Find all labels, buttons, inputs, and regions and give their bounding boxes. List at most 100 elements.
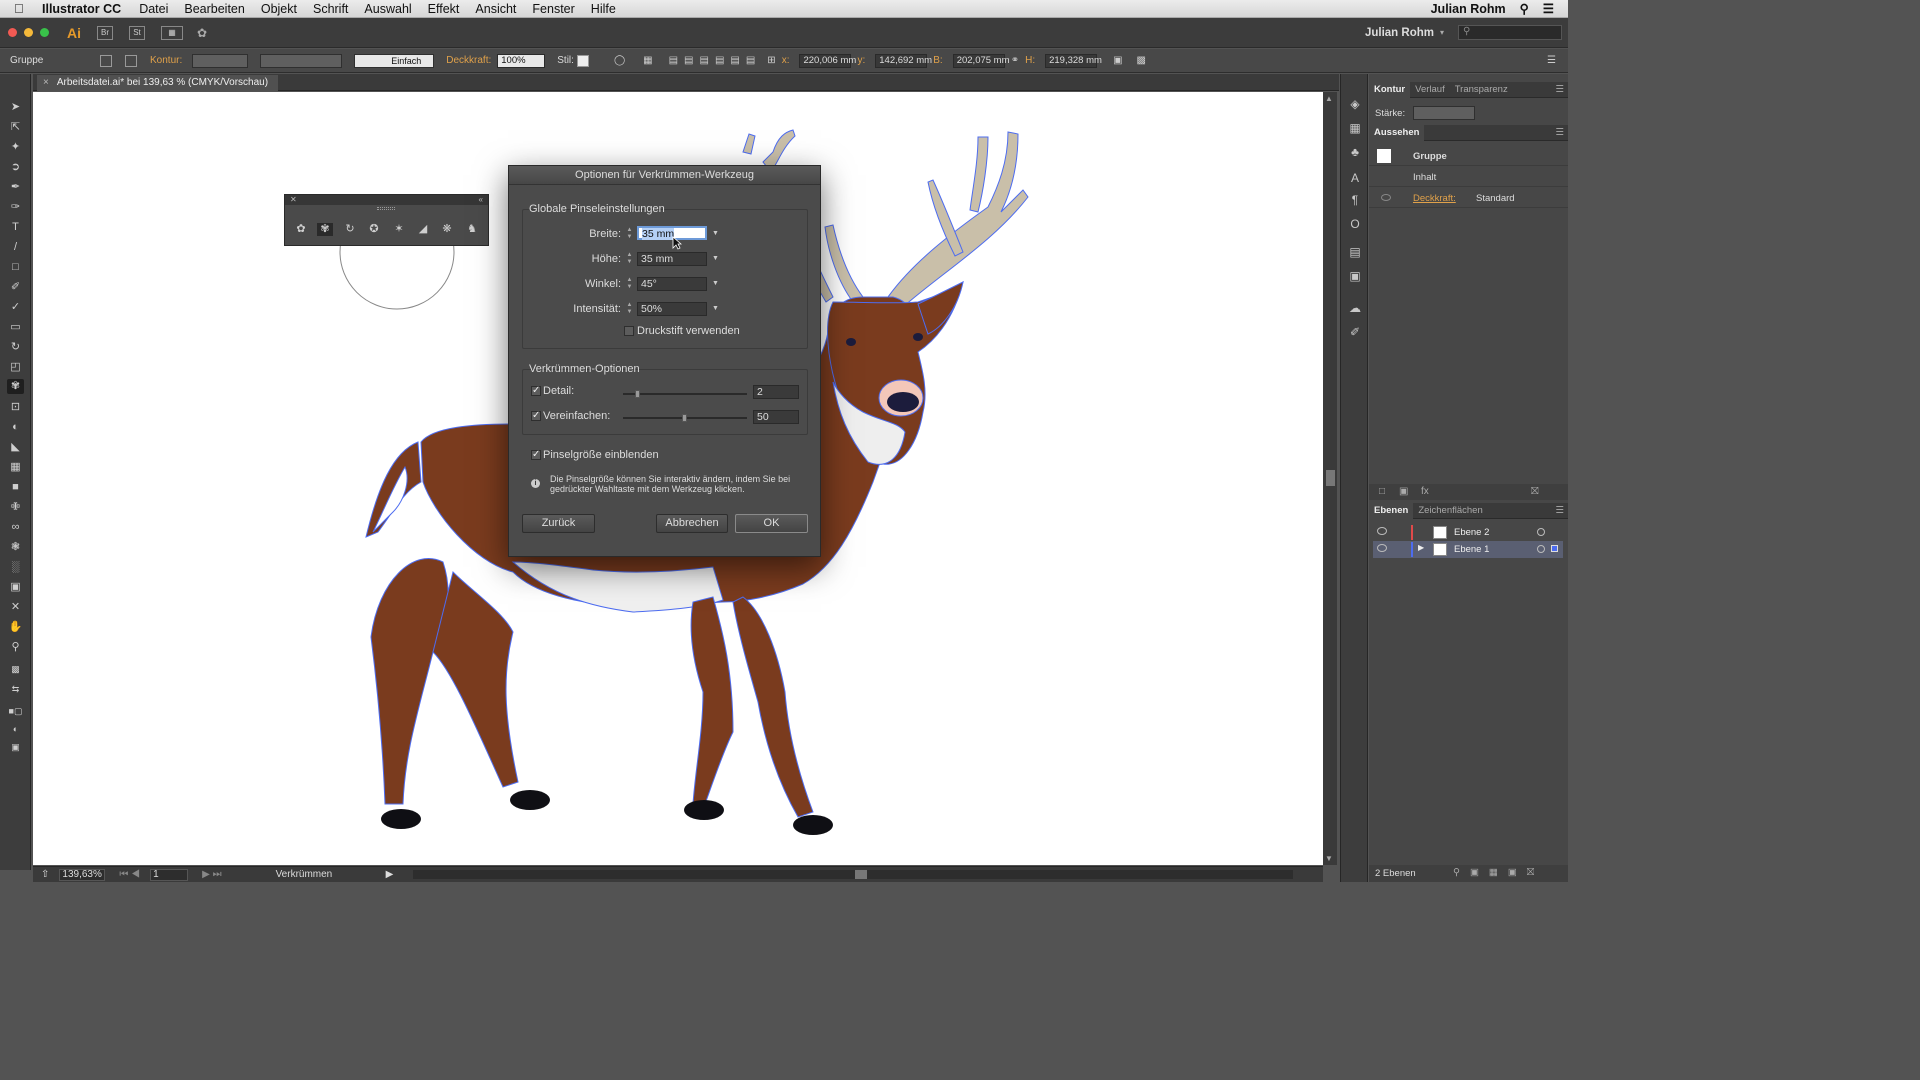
add-stroke-icon[interactable]: □ — [1379, 486, 1385, 497]
collapse-flyout-icon[interactable]: « — [479, 195, 483, 205]
help-search-input[interactable]: ⚲ — [1458, 25, 1562, 40]
align-panel-icon[interactable]: ▤ — [1347, 244, 1363, 260]
zoom-window-icon[interactable] — [40, 28, 49, 37]
arrange-documents-icon[interactable]: ▦ — [161, 25, 183, 40]
crystallize-tool-icon[interactable]: ❋ — [439, 223, 455, 236]
transform-icon[interactable]: ▣ — [1113, 55, 1122, 66]
vereinfachen-slider[interactable] — [623, 414, 747, 422]
stroke-swatch[interactable] — [125, 54, 137, 67]
intensitaet-input[interactable]: 50% — [637, 302, 707, 316]
workspace-dropdown-icon[interactable]: ▾ — [1440, 28, 1444, 37]
spotlight-icon[interactable]: ⚲ — [1520, 1, 1529, 16]
menu-auswahl[interactable]: Auswahl — [356, 2, 419, 16]
winkel-stepper[interactable]: ▲ ▼ — [624, 277, 635, 291]
hoehe-dropdown-icon[interactable]: ▼ — [709, 252, 722, 266]
mesh-icon[interactable]: ▦ — [7, 460, 24, 475]
artboard-nav-icons[interactable]: ⏮ ◀ — [119, 869, 140, 880]
eyedropper-icon[interactable]: ✙ — [7, 500, 24, 515]
document-tab[interactable]: × Arbeitsdatei.ai* bei 139,63 % (CMYK/Vor… — [37, 75, 279, 91]
tab-aussehen[interactable]: Aussehen — [1369, 124, 1425, 141]
symbol-sprayer-icon[interactable]: ❃ — [7, 540, 24, 555]
appearance-row-deckkraft[interactable]: Deckkraft: Standard — [1369, 188, 1568, 208]
scale-icon[interactable]: ◰ — [7, 360, 24, 375]
twirl-tool-icon[interactable]: ↻ — [342, 223, 358, 236]
pinselgroesse-label[interactable]: Pinselgröße einblenden — [543, 449, 659, 461]
close-tab-icon[interactable]: × — [43, 77, 49, 88]
detail-input[interactable]: 2 — [753, 385, 799, 399]
pucker-tool-icon[interactable]: ✪ — [366, 223, 382, 236]
add-fill-icon[interactable]: ▣ — [1399, 486, 1408, 497]
intensitaet-stepper[interactable]: ▲ ▼ — [624, 302, 635, 316]
reference-point-icon[interactable]: ⊞ — [767, 55, 775, 66]
align-to-icon[interactable]: ▦ — [643, 55, 652, 66]
fill-swatch[interactable] — [100, 54, 112, 67]
breite-stepper[interactable]: ▲ ▼ — [624, 227, 635, 241]
stroke-panel-menu-icon[interactable]: ☰ — [1550, 84, 1568, 95]
menubar-user[interactable]: Julian Rohm — [1431, 2, 1506, 16]
opacity-field[interactable]: 100% — [497, 53, 546, 68]
layer-2-target-icon[interactable] — [1537, 528, 1545, 536]
close-flyout-icon[interactable]: ✕ — [290, 195, 297, 205]
vereinfachen-slider-knob[interactable] — [682, 414, 687, 422]
direct-selection-icon[interactable]: ⇱ — [7, 120, 24, 135]
reset-button[interactable]: Zurück — [522, 514, 595, 533]
appearance-row-inhalt[interactable]: Inhalt — [1369, 167, 1568, 187]
x-field[interactable]: 220,006 mm — [799, 53, 856, 68]
selection-icon[interactable]: ➤ — [7, 100, 24, 115]
minimize-window-icon[interactable] — [24, 28, 33, 37]
close-window-icon[interactable] — [8, 28, 17, 37]
type-icon[interactable]: T — [7, 220, 24, 235]
slice-icon[interactable]: ✕ — [7, 600, 24, 615]
menu-app-name[interactable]: Illustrator CC — [36, 2, 131, 16]
libraries-icon[interactable]: ☁ — [1347, 300, 1363, 316]
brush-definition-field[interactable]: Einfach — [354, 53, 435, 68]
zoom-field[interactable]: 139,63% — [59, 868, 106, 881]
layer-row-ebene-2[interactable]: Ebene 2 — [1373, 524, 1563, 541]
winkel-input[interactable]: 45° — [637, 277, 707, 291]
detail-slider-knob[interactable] — [635, 390, 640, 398]
default-colors-icon[interactable]: ▩ — [7, 662, 24, 677]
paintbrush-icon[interactable]: ✐ — [7, 280, 24, 295]
rotate-icon[interactable]: ↻ — [7, 340, 24, 355]
eraser-icon[interactable]: ▭ — [7, 320, 24, 335]
bridge-button[interactable]: Br — [97, 25, 113, 40]
layer-1-name[interactable]: Ebene 1 — [1454, 544, 1489, 555]
druckstift-checkbox[interactable] — [624, 326, 634, 336]
tab-zeichenflaechen[interactable]: Zeichenflächen — [1413, 505, 1487, 516]
scroll-down-icon[interactable]: ▼ — [1325, 854, 1333, 863]
layer-2-eye-icon[interactable] — [1377, 527, 1387, 535]
drawing-mode-icon[interactable]: ◐ — [7, 722, 24, 737]
tab-kontur[interactable]: Kontur — [1369, 81, 1411, 98]
vereinfachen-input[interactable]: 50 — [753, 410, 799, 424]
control-panel-menu-icon[interactable]: ☰ — [1547, 55, 1556, 66]
constrain-proportions-icon[interactable]: ⚭ — [1011, 55, 1019, 66]
wrinkle-tool-icon[interactable]: ♞ — [464, 223, 480, 236]
layer-2-name[interactable]: Ebene 2 — [1454, 527, 1489, 538]
workspace-switcher[interactable]: Julian Rohm — [1365, 27, 1434, 39]
menu-schrift[interactable]: Schrift — [305, 2, 356, 16]
blend-icon[interactable]: ∞ — [7, 520, 24, 535]
graphic-style-swatch[interactable] — [576, 54, 589, 67]
add-effect-icon[interactable]: fx — [1421, 486, 1429, 497]
character-icon[interactable]: A — [1347, 170, 1363, 186]
tab-verlauf[interactable]: Verlauf — [1410, 84, 1450, 95]
menu-effekt[interactable]: Effekt — [420, 2, 468, 16]
horizontal-scrollbar[interactable] — [413, 870, 1294, 879]
druckstift-label[interactable]: Druckstift verwenden — [637, 325, 740, 337]
status-menu-icon[interactable]: ▶ — [386, 869, 394, 880]
visibility-eye-icon[interactable] — [1381, 194, 1391, 201]
color-guide-icon[interactable]: ◈ — [1347, 96, 1363, 112]
staerke-field[interactable] — [1413, 106, 1475, 120]
menu-ansicht[interactable]: Ansicht — [467, 2, 524, 16]
vereinfachen-label[interactable]: Vereinfachen: — [543, 410, 610, 422]
transform-panel-icon[interactable]: ▣ — [1347, 268, 1363, 284]
swatches-icon[interactable]: ▦ — [1347, 120, 1363, 136]
horizontal-scroll-thumb[interactable] — [855, 870, 868, 879]
layer-row-ebene-1[interactable]: ▶ Ebene 1 — [1373, 541, 1563, 558]
vereinfachen-checkbox[interactable]: ✓ — [531, 411, 541, 421]
menu-bearbeiten[interactable]: Bearbeiten — [176, 2, 252, 16]
color-mode-icon[interactable]: ■▢ — [7, 704, 24, 719]
delete-appearance-icon[interactable]: ⛝ — [1531, 486, 1539, 497]
align-buttons[interactable]: ▤▤▤▤▤▤ — [669, 55, 762, 66]
tab-ebenen[interactable]: Ebenen — [1369, 502, 1414, 519]
